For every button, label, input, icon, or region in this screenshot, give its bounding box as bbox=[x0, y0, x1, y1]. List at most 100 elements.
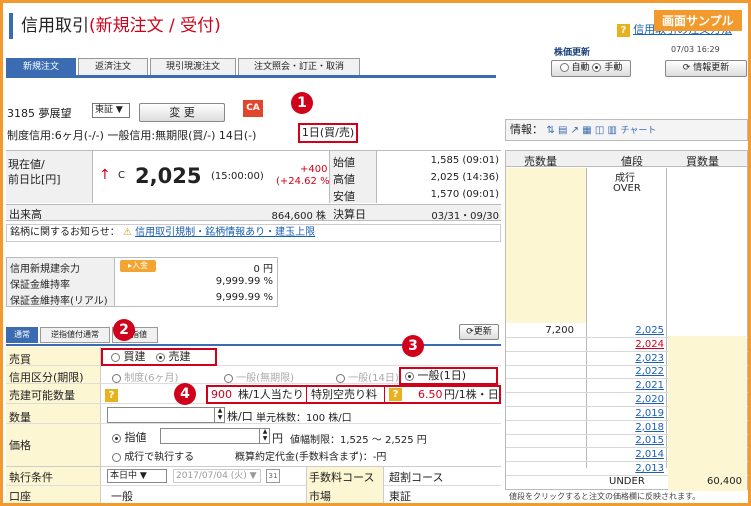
tab-delivery-order[interactable]: 現引現渡注文 bbox=[150, 58, 236, 76]
margin-table: 信用新規建余力 保証金維持率 保証金維持率(リアル) ▸入金 0 円 9,999… bbox=[6, 257, 278, 307]
ca-badge[interactable]: CA bbox=[243, 100, 263, 117]
credit-type-1[interactable]: 制度(6ヶ月) bbox=[112, 369, 178, 384]
market-select-value: 東証 bbox=[95, 105, 114, 115]
sell-radio[interactable] bbox=[156, 352, 165, 362]
board-tool-icons[interactable]: ⇅ ▤ ↗ ▦ ◫ ▥ bbox=[547, 125, 617, 136]
credit-type-3-radio[interactable] bbox=[336, 373, 345, 383]
market-option[interactable]: 成行で執行する bbox=[112, 448, 194, 463]
order-market-label: 市場 bbox=[309, 490, 331, 503]
order-tab-line bbox=[6, 344, 501, 346]
board-sell-qty: 7,200 bbox=[545, 325, 574, 336]
tab-new-order[interactable]: 新規注文 bbox=[6, 58, 76, 76]
board-price[interactable]: 2,015 bbox=[588, 435, 664, 446]
price-stepper[interactable]: ▲ ▼ bbox=[259, 428, 270, 444]
board-price[interactable]: 2,019 bbox=[588, 408, 664, 419]
credit-type-4-radio[interactable] bbox=[405, 371, 414, 381]
price-limit: 値幅制限：1,525 ～ 2,525 円 bbox=[290, 435, 427, 446]
board-price[interactable]: 2,018 bbox=[588, 422, 664, 433]
deposit-button[interactable]: ▸入金 bbox=[120, 260, 156, 272]
short-fee-label: 特別空売り料 bbox=[311, 388, 377, 401]
callout-4: 4 bbox=[174, 383, 196, 405]
market-option-label: 成行で執行する bbox=[124, 452, 195, 463]
sample-badge: 画面サンプル bbox=[654, 10, 742, 31]
board-info-bar: 情報： ⇅ ▤ ↗ ▦ ◫ ▥ チャート bbox=[505, 119, 748, 141]
exec-select-value: 本日中 bbox=[110, 471, 138, 481]
credit-type-4-label: 一般(1日) bbox=[417, 369, 467, 382]
board-header-buy: 買数量 bbox=[686, 155, 719, 168]
volume-label: 出来高 bbox=[9, 208, 42, 221]
manual-radio[interactable] bbox=[592, 63, 602, 72]
qty-stepper[interactable]: ▲ ▼ bbox=[214, 407, 225, 423]
sep-4 bbox=[6, 423, 501, 424]
date-select[interactable]: 2017/07/04 (火) ▼ bbox=[173, 469, 261, 483]
credit-type-1-radio[interactable] bbox=[112, 373, 121, 383]
open-label: 始値 bbox=[333, 156, 355, 169]
price-change-pct: (+24.62 %) bbox=[276, 176, 334, 187]
tab-order-inquiry[interactable]: 注文照会・訂正・取消 bbox=[238, 58, 360, 76]
board-header-price: 値段 bbox=[621, 155, 643, 168]
board-chart-link[interactable]: チャート bbox=[620, 126, 656, 136]
sep-6 bbox=[6, 485, 501, 486]
price-yen: 円 bbox=[272, 432, 283, 445]
board-price[interactable]: 2,020 bbox=[588, 394, 664, 405]
limit-option[interactable]: 指値 bbox=[112, 429, 147, 445]
price-input[interactable] bbox=[160, 428, 270, 444]
info-update-button[interactable]: ⟳ 情報更新 bbox=[665, 60, 747, 77]
market-radio[interactable] bbox=[112, 452, 121, 462]
short-fee-value: 6.50 bbox=[418, 388, 443, 401]
stock-name: 3185 夢展望 bbox=[7, 107, 72, 120]
credit-type-3-label: 一般(14日) bbox=[348, 373, 399, 384]
limit-label: 指値 bbox=[124, 431, 147, 444]
board-price[interactable]: 2,021 bbox=[588, 380, 664, 391]
tab-normal-order[interactable]: 通常 bbox=[6, 327, 38, 343]
callout-1: 1 bbox=[291, 92, 313, 114]
exec-label: 執行条件 bbox=[9, 471, 53, 484]
change-stock-button[interactable]: 変 更 bbox=[139, 103, 225, 122]
fee-course-value: 超割コース bbox=[389, 471, 444, 484]
notice-link[interactable]: 信用取引規制・銘柄情報あり・建玉上限 bbox=[135, 227, 315, 238]
credit-type-3[interactable]: 一般(14日) bbox=[336, 369, 399, 384]
board-price[interactable]: 2,022 bbox=[588, 366, 664, 377]
notice-row: 銘柄に関するお知らせ： ⚠ 信用取引規制・銘柄情報あり・建玉上限 bbox=[6, 224, 501, 242]
available-help-icon[interactable]: ? bbox=[105, 389, 118, 402]
market-select[interactable]: 東証 ▼ bbox=[92, 103, 130, 118]
capacity-value: 0 円 bbox=[253, 264, 273, 275]
title-sub: (新規注文 / 受付) bbox=[89, 16, 221, 36]
tab-stop-normal-order[interactable]: 逆指値付通常 bbox=[40, 327, 110, 343]
notice-label: 銘柄に関するお知らせ： bbox=[10, 227, 120, 238]
tab-underline bbox=[6, 75, 496, 78]
credit-1day-highlight: 1日(買/売) bbox=[298, 123, 358, 143]
fee-course-label: 手数料コース bbox=[309, 471, 375, 484]
refresh-icon: ⟳ bbox=[682, 63, 691, 73]
unit-shares: 単元株数：100 株/口 bbox=[256, 413, 352, 424]
refresh-button[interactable]: ⟳更新 bbox=[459, 324, 499, 340]
side-radio-group: 買建 売建 bbox=[101, 348, 217, 366]
info-update-label: 情報更新 bbox=[693, 63, 730, 73]
buy-radio[interactable] bbox=[111, 352, 120, 362]
short-fee-help-icon[interactable]: ? bbox=[389, 388, 402, 401]
available-qty-box: 900 株/1人当たり 特別空売り料 ? 6.50 円/1株・日 bbox=[206, 385, 501, 404]
calendar-icon[interactable]: 31 bbox=[266, 469, 280, 483]
board-price[interactable]: 2,014 bbox=[588, 449, 664, 460]
price-update-label: 株価更新 bbox=[554, 48, 591, 58]
auto-label: 自動 bbox=[571, 63, 590, 73]
exec-select[interactable]: 本日中 ▼ bbox=[107, 469, 167, 483]
board-price[interactable]: 2,013 bbox=[588, 463, 664, 474]
board-price[interactable]: 2,024 bbox=[588, 339, 664, 350]
short-fee-unit: 円/1株・日 bbox=[444, 388, 499, 401]
credit-type-2-radio[interactable] bbox=[224, 373, 233, 383]
board-price[interactable]: 2,025 bbox=[588, 325, 664, 336]
credit-type-4[interactable]: 一般(1日) bbox=[399, 367, 498, 385]
auto-radio[interactable] bbox=[559, 63, 569, 72]
board-price[interactable]: 2,023 bbox=[588, 353, 664, 364]
credit-type-2[interactable]: 一般(無期限) bbox=[224, 369, 294, 384]
estimate-amount: 概算約定代金(手数料含まず)：-円 bbox=[235, 452, 387, 463]
price-panel: 現在値/ 前日比[円] ↑ C 2,025 (15:00:00) +400 (+… bbox=[6, 150, 501, 222]
credit-type-1-label: 制度(6ヶ月) bbox=[124, 373, 179, 384]
tab-repay-order[interactable]: 返済注文 bbox=[78, 58, 148, 76]
settle-label: 決算日 bbox=[333, 208, 366, 221]
qty-input[interactable] bbox=[107, 407, 225, 423]
limit-radio[interactable] bbox=[112, 433, 121, 443]
available-label: 売建可能数量 bbox=[9, 389, 75, 402]
order-market-value: 東証 bbox=[389, 490, 411, 503]
